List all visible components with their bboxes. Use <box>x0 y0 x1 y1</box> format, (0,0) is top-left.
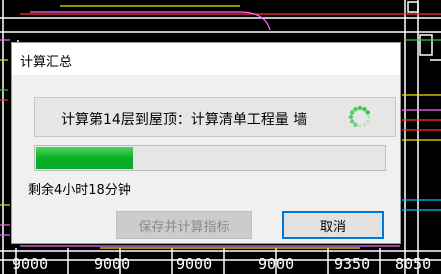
spinner-dot <box>357 105 363 111</box>
spinner-dot <box>362 107 367 112</box>
time-remaining-text: 剩余4小时18分钟 <box>28 183 131 198</box>
cad-dimension-label: 9000 <box>12 255 49 273</box>
calculation-summary-dialog: 计算汇总 计算第14层到屋顶：计算清单工程量 墙 剩余4小时18分钟 保存并计算… <box>11 42 401 244</box>
progress-bar-fill <box>36 147 133 169</box>
status-message: 计算第14层到屋顶：计算清单工程量 墙 <box>61 112 308 128</box>
cancel-button[interactable]: 取消 <box>282 211 384 239</box>
cad-dimension-label: 9000 <box>176 255 213 273</box>
dialog-title: 计算汇总 <box>20 55 73 70</box>
dialog-title-bar[interactable]: 计算汇总 <box>12 43 400 75</box>
progress-bar <box>34 145 386 171</box>
cad-dimension-label: 9000 <box>94 255 131 273</box>
spinner-dot <box>365 110 370 115</box>
spinner-dot <box>350 110 355 115</box>
spinner-dot <box>348 114 354 120</box>
spinner-dot <box>353 122 358 127</box>
loading-spinner-icon <box>348 105 371 128</box>
spinner-dot <box>366 120 370 123</box>
spinner-dot <box>358 124 362 128</box>
status-message-box: 计算第14层到屋顶：计算清单工程量 墙 <box>34 97 396 137</box>
spinner-dot <box>367 115 371 119</box>
cad-dimension-label: 9000 <box>258 255 295 273</box>
cad-dimension-label: 9350 <box>334 255 371 273</box>
save-and-calculate-indicators-button[interactable]: 保存并计算指标 <box>116 211 252 239</box>
spinner-dot <box>350 119 355 124</box>
spinner-dot <box>363 123 366 127</box>
spinner-dot <box>353 107 358 112</box>
cad-dimension-label: 8050 <box>395 255 432 273</box>
